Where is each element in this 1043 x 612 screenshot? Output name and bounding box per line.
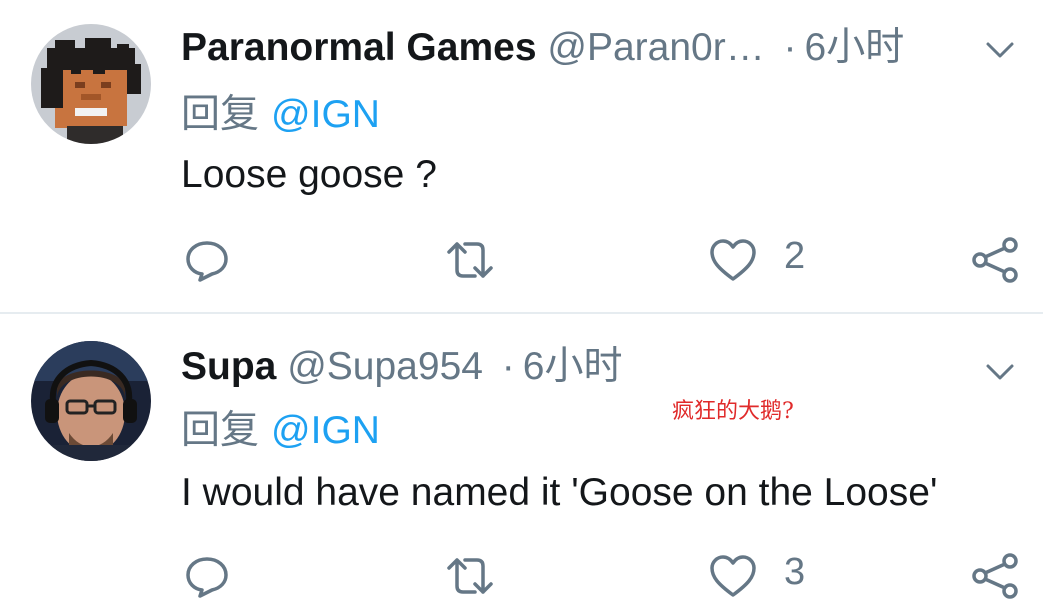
- reply-context: 回复 @IGN: [181, 92, 380, 138]
- mention-link[interactable]: @IGN: [271, 409, 380, 452]
- tweet-actions: 3: [0, 546, 1043, 606]
- separator-dot: ·: [501, 345, 515, 388]
- tweet[interactable]: Paranormal Games @Paran0r… · 6小时 回复 @IGN L…: [0, 0, 1043, 312]
- like-button[interactable]: 3: [708, 546, 805, 606]
- profile-photo: [31, 341, 151, 461]
- share-button[interactable]: [970, 230, 1020, 290]
- reply-prefix: 回复: [181, 93, 260, 136]
- reply-button[interactable]: [183, 230, 231, 290]
- more-options-button[interactable]: [980, 30, 1020, 70]
- tweet-header: Supa @Supa954 · 6小时: [181, 344, 623, 390]
- like-count: 3: [784, 550, 806, 593]
- reply-icon: [186, 557, 228, 598]
- share-icon: [972, 553, 1018, 599]
- retweet-icon: [447, 558, 493, 594]
- tweet-header: Paranormal Games @Paran0r… · 6小时: [181, 25, 904, 71]
- reply-button[interactable]: [183, 546, 231, 606]
- like-button[interactable]: 2: [708, 230, 805, 290]
- more-options-button[interactable]: [980, 352, 1020, 392]
- avatar[interactable]: [31, 341, 151, 461]
- avatar[interactable]: [31, 24, 151, 144]
- tweet-actions: 2: [0, 230, 1043, 290]
- heart-icon: [710, 239, 756, 281]
- reply-prefix: 回复: [181, 409, 260, 452]
- red-annotation-text: 疯狂的大鹅?: [672, 399, 794, 424]
- retweet-button[interactable]: [443, 546, 497, 606]
- chevron-down-icon: [986, 42, 1014, 58]
- reply-context: 回复 @IGN: [181, 408, 380, 454]
- display-name[interactable]: Paranormal Games: [181, 26, 537, 69]
- user-handle[interactable]: @Supa954: [287, 345, 483, 388]
- tweet-text: Loose goose ?: [181, 153, 437, 196]
- timestamp[interactable]: 6小时: [805, 26, 905, 69]
- display-name[interactable]: Supa: [181, 345, 276, 388]
- separator-dot: ·: [783, 26, 797, 69]
- user-handle[interactable]: @Paran0r…: [547, 26, 764, 69]
- like-count: 2: [784, 234, 806, 277]
- pixel-avatar-image: [31, 24, 151, 144]
- reply-icon: [186, 241, 228, 282]
- retweet-button[interactable]: [443, 230, 497, 290]
- mention-link[interactable]: @IGN: [271, 93, 380, 136]
- share-button[interactable]: [970, 546, 1020, 606]
- retweet-icon: [447, 242, 493, 278]
- timestamp[interactable]: 6小时: [523, 345, 623, 388]
- chevron-down-icon: [986, 364, 1014, 380]
- tweet-text: I would have named it 'Goose on the Loos…: [181, 471, 938, 514]
- heart-icon: [710, 555, 756, 597]
- share-icon: [972, 237, 1018, 283]
